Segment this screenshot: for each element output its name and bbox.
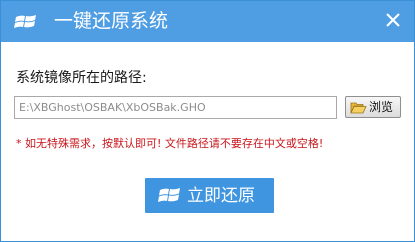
browse-button[interactable]: 浏览: [345, 96, 401, 118]
path-label: 系统镜像所在的路径:: [16, 70, 147, 86]
restore-dialog: 一键还原系统 系统镜像所在的路径: 浏览 * 如无特殊需求，按默认即可! 文件路…: [0, 0, 415, 242]
browse-label: 浏览: [369, 100, 394, 114]
close-icon[interactable]: [385, 12, 401, 28]
restore-now-label: 立即还原: [187, 186, 255, 205]
title-bar[interactable]: 一键还原系统: [1, 1, 414, 42]
hint-note: * 如无特殊需求，按默认即可! 文件路径请不要存在中文或空格!: [16, 137, 324, 150]
path-input[interactable]: [14, 96, 337, 119]
restore-now-button[interactable]: 立即还原: [145, 178, 274, 213]
windows-logo-icon: [158, 188, 180, 202]
windows-logo-icon: [14, 15, 36, 28]
window-title: 一键还原系统: [54, 10, 169, 32]
folder-open-icon: [350, 102, 367, 114]
